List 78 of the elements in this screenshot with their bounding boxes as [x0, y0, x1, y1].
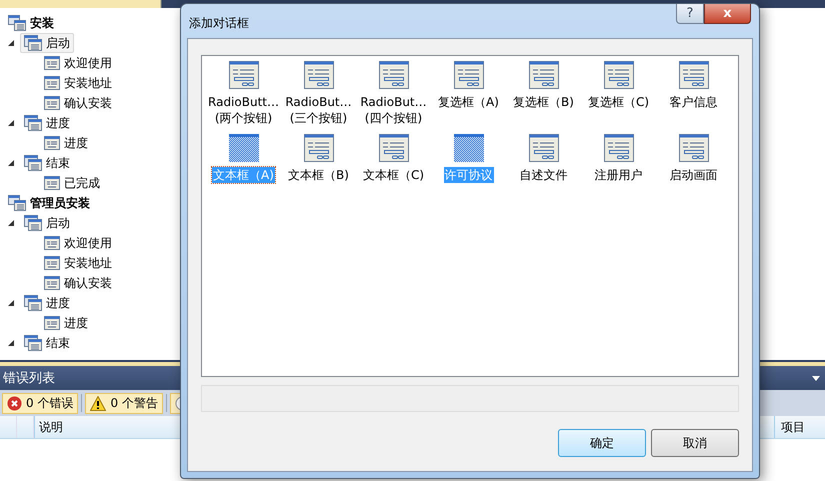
expanded-arrow-icon[interactable]: [8, 300, 14, 306]
tree-item[interactable]: 进度: [40, 313, 92, 333]
page-icon: [44, 256, 60, 270]
page-icon: [44, 96, 60, 110]
dialog-window-icon: [304, 61, 334, 89]
tree-item[interactable]: 安装地址: [40, 253, 116, 273]
dialog-window-icon: [378, 134, 408, 162]
page-icon: [44, 276, 60, 290]
window-stack-icon: [8, 15, 26, 31]
dialog-template-item[interactable]: 文本框（B): [281, 134, 356, 183]
dialog-window-icon: [304, 134, 334, 162]
dialog-template-item[interactable]: 启动画面: [656, 134, 731, 183]
tree-item[interactable]: 进度: [40, 133, 92, 153]
expanded-arrow-icon[interactable]: [8, 40, 14, 46]
window-stack-icon: [24, 335, 42, 351]
tree-item[interactable]: 进度: [20, 293, 74, 313]
page-icon: [44, 56, 60, 70]
panel-title: 错误列表: [3, 370, 55, 387]
dialog-window-icon: [528, 61, 558, 89]
dialog-window-icon: [454, 61, 484, 89]
window-stack-icon: [24, 155, 42, 171]
column-header[interactable]: 说明: [34, 416, 179, 438]
error-icon: [7, 396, 22, 410]
expanded-arrow-icon[interactable]: [8, 120, 14, 126]
dialog-window-icon: [604, 134, 634, 162]
error-filter-button[interactable]: 0 个错误: [2, 392, 78, 414]
page-icon: [44, 136, 60, 150]
dialog-window-icon: [604, 61, 634, 89]
dialog-window-icon: [454, 134, 484, 162]
tree-item[interactable]: 启动: [20, 33, 74, 53]
tree-item[interactable]: 已完成: [40, 173, 104, 193]
page-icon: [44, 176, 60, 190]
dialog-template-item[interactable]: RadioButt… (两个按钮): [206, 61, 281, 126]
expanded-arrow-icon[interactable]: [8, 340, 14, 346]
tree-item[interactable]: 结束: [20, 333, 74, 353]
window-stack-icon: [24, 215, 42, 231]
cancel-button[interactable]: 取消: [651, 429, 739, 457]
tree-item[interactable]: 进度: [20, 113, 74, 133]
tree-item[interactable]: 安装地址: [40, 73, 116, 93]
tree-item[interactable]: 欢迎使用: [40, 53, 116, 73]
help-button[interactable]: ?: [676, 4, 704, 24]
dialog-template-item[interactable]: 复选框（B): [506, 61, 581, 126]
tree-item[interactable]: 欢迎使用: [40, 233, 116, 253]
window-stack-icon: [8, 195, 26, 211]
expanded-arrow-icon[interactable]: [8, 220, 14, 226]
dialog-title: 添加对话框: [189, 15, 249, 32]
warning-filter-button[interactable]: 0 个警告: [85, 392, 163, 414]
tree-item[interactable]: 安装: [4, 13, 58, 33]
tree-item[interactable]: 启动: [20, 213, 74, 233]
dialog-window-icon: [228, 134, 258, 162]
dialog-window-icon: [378, 61, 408, 89]
page-icon: [44, 236, 60, 250]
dialog-window-icon: [678, 61, 708, 89]
window-stack-icon: [24, 295, 42, 311]
dropdown-arrow-icon: [812, 376, 820, 380]
dialog-template-item[interactable]: 复选框（C): [581, 61, 656, 126]
dialog-template-item[interactable]: 复选框（A): [431, 61, 506, 126]
dialog-template-item[interactable]: 注册用户: [581, 134, 656, 183]
page-icon: [44, 316, 60, 330]
dialog-template-item[interactable]: 自述文件: [506, 134, 581, 183]
warning-icon: [90, 396, 106, 410]
dialog-template-item[interactable]: RadioBut… (四个按钮): [356, 61, 431, 126]
tree-item[interactable]: 管理员安装: [4, 193, 94, 213]
dialog-template-item[interactable]: RadioBut… (三个按钮): [281, 61, 356, 126]
window-stack-icon: [24, 35, 42, 51]
dialog-window-icon: [228, 61, 258, 89]
tree-item[interactable]: 确认安装: [40, 93, 116, 113]
page-icon: [44, 76, 60, 90]
dialog-window-icon: [678, 134, 708, 162]
window-stack-icon: [24, 115, 42, 131]
dialog-template-item[interactable]: 文本框（C): [356, 134, 431, 183]
expanded-arrow-icon[interactable]: [8, 160, 14, 166]
tree-item[interactable]: 确认安装: [40, 273, 116, 293]
dialog-template-item[interactable]: 客户信息: [656, 61, 731, 126]
ok-button[interactable]: 确定: [558, 429, 646, 457]
tree-item[interactable]: 结束: [20, 153, 74, 173]
column-header[interactable]: 项目: [774, 416, 825, 438]
dialog-window-icon: [528, 134, 558, 162]
